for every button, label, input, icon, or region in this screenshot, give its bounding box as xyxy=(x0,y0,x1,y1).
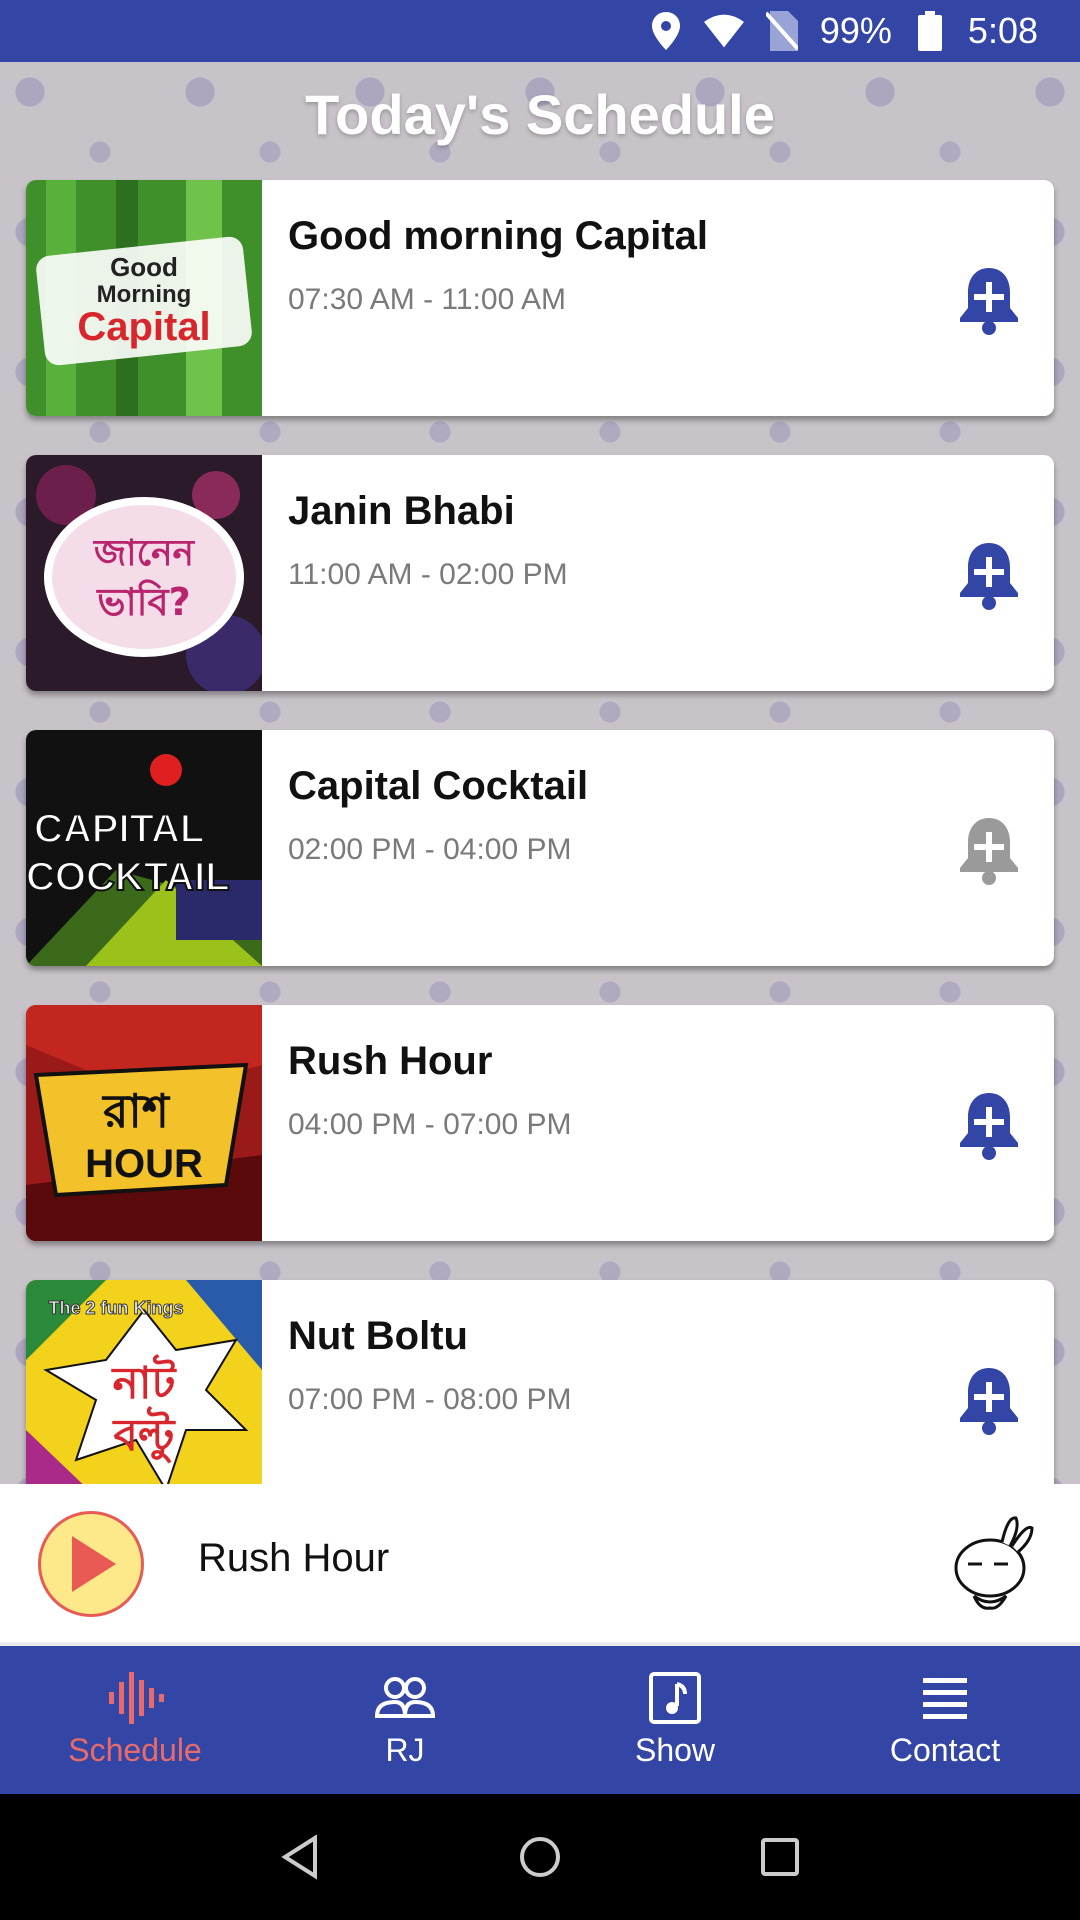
thumb-text: Good xyxy=(110,252,178,282)
wifi-icon xyxy=(703,11,744,51)
tab-schedule[interactable]: Schedule xyxy=(0,1646,270,1794)
thumb-text: Morning xyxy=(97,281,192,308)
mini-player[interactable]: Rush Hour xyxy=(0,1484,1080,1646)
tab-show[interactable]: Show xyxy=(540,1646,810,1794)
thumb-text: Capital xyxy=(77,305,210,349)
show-thumbnail: CAPITAL COCKTAIL xyxy=(26,730,262,966)
thumb-text: HOUR xyxy=(85,1142,203,1186)
show-name: Good morning Capital xyxy=(288,214,708,258)
schedule-card[interactable]: CAPITAL COCKTAIL Capital Cocktail 02:00 … xyxy=(26,730,1054,966)
no-sim-icon xyxy=(762,11,802,51)
add-reminder-bell-icon[interactable] xyxy=(956,814,1022,886)
tab-label: Show xyxy=(634,1732,716,1768)
tab-label: Schedule xyxy=(68,1732,202,1768)
schedule-card[interactable]: রাশ HOUR Rush Hour 04:00 PM - 07:00 PM xyxy=(26,1005,1054,1241)
thumb-text: রাশ xyxy=(101,1084,171,1138)
thumb-text: জানেন xyxy=(92,533,196,574)
thumb-text: বল্টু xyxy=(112,1406,176,1463)
show-name: Capital Cocktail xyxy=(288,764,589,808)
back-icon[interactable] xyxy=(275,1832,325,1882)
add-reminder-bell-icon[interactable] xyxy=(956,264,1022,336)
thumb-text: COCKTAIL xyxy=(26,855,230,899)
show-time: 02:00 PM - 04:00 PM xyxy=(288,833,572,866)
show-thumbnail: রাশ HOUR xyxy=(26,1005,262,1241)
show-thumbnail: Good Morning Capital xyxy=(26,180,262,416)
tab-contact[interactable]: Contact xyxy=(810,1646,1080,1794)
tab-rj[interactable]: RJ xyxy=(270,1646,540,1794)
show-time: 07:30 AM - 11:00 AM xyxy=(288,283,566,316)
add-reminder-bell-icon[interactable] xyxy=(956,539,1022,611)
tab-label: Contact xyxy=(889,1732,1001,1768)
battery-icon xyxy=(910,11,950,51)
show-name: Janin Bhabi xyxy=(288,489,515,533)
schedule-card[interactable]: জানেন ভাবি? Janin Bhabi 11:00 AM - 02:00… xyxy=(26,455,1054,691)
now-playing-title: Rush Hour xyxy=(198,1536,390,1580)
add-reminder-bell-icon[interactable] xyxy=(956,1089,1022,1161)
schedule-card[interactable]: Good Morning Capital Good morning Capita… xyxy=(26,180,1054,416)
clock: 5:08 xyxy=(967,10,1038,51)
recents-icon[interactable] xyxy=(755,1832,805,1882)
music-note-icon xyxy=(649,1672,701,1724)
show-thumbnail: জানেন ভাবি? xyxy=(26,455,262,691)
thumb-text: নাট xyxy=(111,1354,178,1409)
home-icon[interactable] xyxy=(515,1832,565,1882)
thumb-text: The 2 fun Kings xyxy=(49,1298,184,1318)
location-icon xyxy=(646,11,686,51)
schedule-screen[interactable]: Today's Schedule Good Morning Capital Go… xyxy=(0,62,1080,1484)
show-time: 11:00 AM - 02:00 PM xyxy=(288,558,568,591)
thumb-text: ভাবি? xyxy=(95,579,190,624)
page-title: Today's Schedule xyxy=(305,83,775,146)
bottom-navigation: Schedule RJ Show Contact xyxy=(0,1646,1080,1794)
show-time: 04:00 PM - 07:00 PM xyxy=(288,1108,572,1141)
status-bar: 99% 5:08 xyxy=(0,0,1080,62)
show-thumbnail: The 2 fun Kings নাট বল্টু xyxy=(26,1280,262,1484)
waveform-icon xyxy=(109,1672,164,1724)
show-name: Rush Hour xyxy=(288,1039,493,1083)
show-time: 07:00 PM - 08:00 PM xyxy=(288,1383,572,1416)
play-button[interactable] xyxy=(38,1511,144,1617)
mascot-icon xyxy=(954,1516,1034,1610)
thumb-text: CAPITAL xyxy=(34,807,204,851)
battery-percent: 99% xyxy=(819,10,892,51)
people-icon xyxy=(375,1677,435,1718)
add-reminder-bell-icon[interactable] xyxy=(956,1364,1022,1436)
schedule-card[interactable]: The 2 fun Kings নাট বল্টু Nut Boltu 07:0… xyxy=(26,1280,1054,1484)
tab-label: RJ xyxy=(385,1732,425,1768)
list-icon xyxy=(923,1678,967,1719)
system-navigation-bar xyxy=(0,1794,1080,1920)
play-icon xyxy=(72,1536,116,1592)
show-name: Nut Boltu xyxy=(288,1314,468,1358)
